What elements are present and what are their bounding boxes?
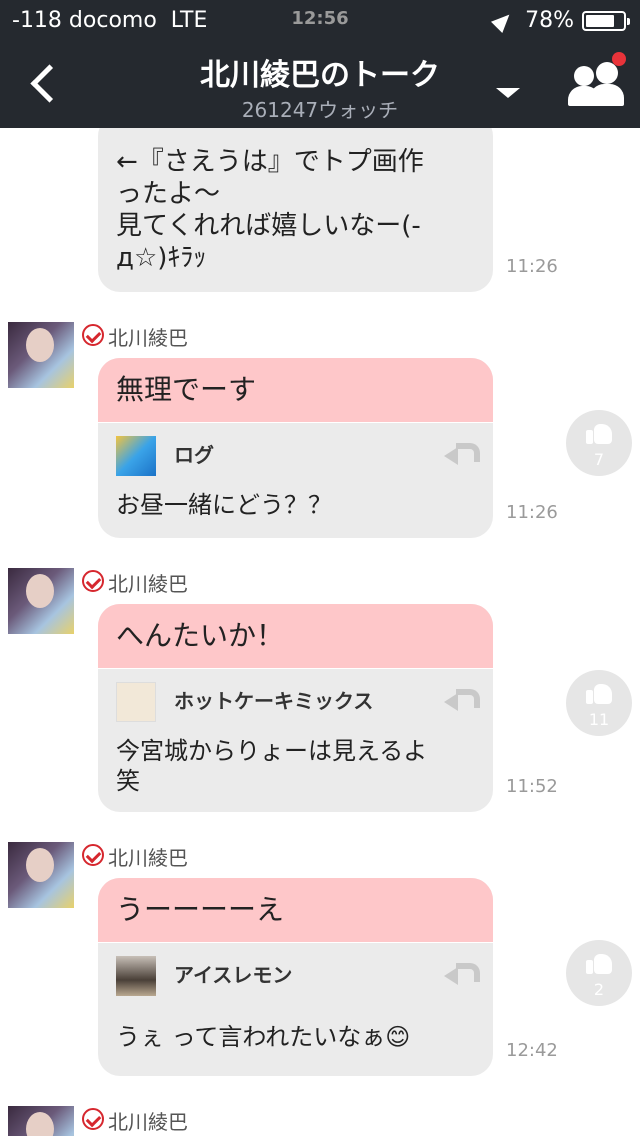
like-thumb-icon xyxy=(586,420,612,446)
message-time: 11:26 xyxy=(506,502,558,523)
quoted-text: 今宮城からりょーは見えるよ笑 xyxy=(116,737,428,795)
avatar[interactable] xyxy=(8,842,74,908)
location-arrow-icon xyxy=(491,8,516,33)
sender-name: 北川綾巴 xyxy=(108,1110,188,1134)
like-count: 7 xyxy=(593,450,605,469)
like-thumb-icon xyxy=(586,680,612,706)
avatar[interactable] xyxy=(8,322,74,388)
quoted-message[interactable]: アイスレモン xyxy=(98,942,493,1008)
like-button[interactable]: 11 xyxy=(566,670,632,736)
message-bubble[interactable]: 無理でーす ログ お昼一緒にどう？？ xyxy=(98,358,493,538)
like-button[interactable]: 2 xyxy=(566,940,632,1006)
like-count: 11 xyxy=(588,710,610,729)
chat-timeline[interactable]: ←『さえうは』でトプ画作ったよ〜 見てくれれば嬉しいなー(-д☆)ｷﾗｯ 11:… xyxy=(0,128,640,1136)
battery-fill xyxy=(586,14,614,27)
message-time: 11:26 xyxy=(506,256,558,277)
status-bar: -118 docomo LTE 12:56 78% xyxy=(0,0,640,40)
like-count: 2 xyxy=(593,980,605,999)
like-button[interactable]: 7 xyxy=(566,410,632,476)
quoted-message[interactable]: ホットケーキミックス xyxy=(98,668,493,734)
message-bubble[interactable]: うーーーーえ アイスレモン うぇ って言われたいなぁ😊 xyxy=(98,878,493,1076)
message-time: 11:52 xyxy=(506,776,558,797)
chat-title: 北川綾巴のトーク xyxy=(200,58,440,93)
quoted-thumbnail xyxy=(116,436,156,476)
quoted-message[interactable]: ログ xyxy=(98,422,493,488)
verified-check-icon xyxy=(82,1108,104,1130)
sender-name: 北川綾巴 xyxy=(108,326,188,350)
notification-dot xyxy=(612,52,626,66)
dropdown-icon[interactable] xyxy=(496,88,520,98)
battery-icon xyxy=(582,10,630,31)
quoted-thumbnail xyxy=(116,956,156,996)
reply-text: うーーーーえ xyxy=(98,878,493,942)
reply-text: へんたいか！ xyxy=(98,604,493,668)
quoted-author: アイスレモン xyxy=(174,963,293,987)
sender-name: 北川綾巴 xyxy=(108,572,188,596)
quoted-thumbnail xyxy=(116,682,156,722)
verified-check-icon xyxy=(82,570,104,592)
avatar[interactable] xyxy=(8,1106,74,1136)
battery-percent: 78% xyxy=(525,8,574,33)
quoted-author: ログ xyxy=(174,443,214,467)
like-thumb-icon xyxy=(586,950,612,976)
message-text: ←『さえうは』でトプ画作ったよ〜 見てくれれば嬉しいなー(-д☆)ｷﾗｯ xyxy=(116,147,424,273)
reply-text: 無理でーす xyxy=(98,358,493,422)
avatar[interactable] xyxy=(8,568,74,634)
reply-icon[interactable] xyxy=(444,443,480,467)
verified-check-icon xyxy=(82,324,104,346)
quoted-author: ホットケーキミックス xyxy=(174,689,374,713)
reply-icon[interactable] xyxy=(444,963,480,987)
quoted-text: お昼一緒にどう？？ xyxy=(116,491,332,519)
reply-icon[interactable] xyxy=(444,689,480,713)
verified-check-icon xyxy=(82,844,104,866)
status-right: 78% xyxy=(491,8,630,33)
chat-header: 北川綾巴のトーク 261247ウォッチ xyxy=(0,40,640,128)
message-bubble[interactable]: へんたいか！ ホットケーキミックス 今宮城からりょーは見えるよ笑 xyxy=(98,604,493,812)
watch-count: 261247ウォッチ xyxy=(241,98,399,122)
friends-icon[interactable] xyxy=(566,60,626,110)
sender-name: 北川綾巴 xyxy=(108,846,188,870)
message-bubble[interactable]: ←『さえうは』でトプ画作ったよ〜 見てくれれば嬉しいなー(-д☆)ｷﾗｯ xyxy=(98,128,493,292)
message-time: 12:42 xyxy=(506,1040,558,1061)
quoted-text: うぇ って言われたいなぁ😊 xyxy=(116,1023,411,1051)
